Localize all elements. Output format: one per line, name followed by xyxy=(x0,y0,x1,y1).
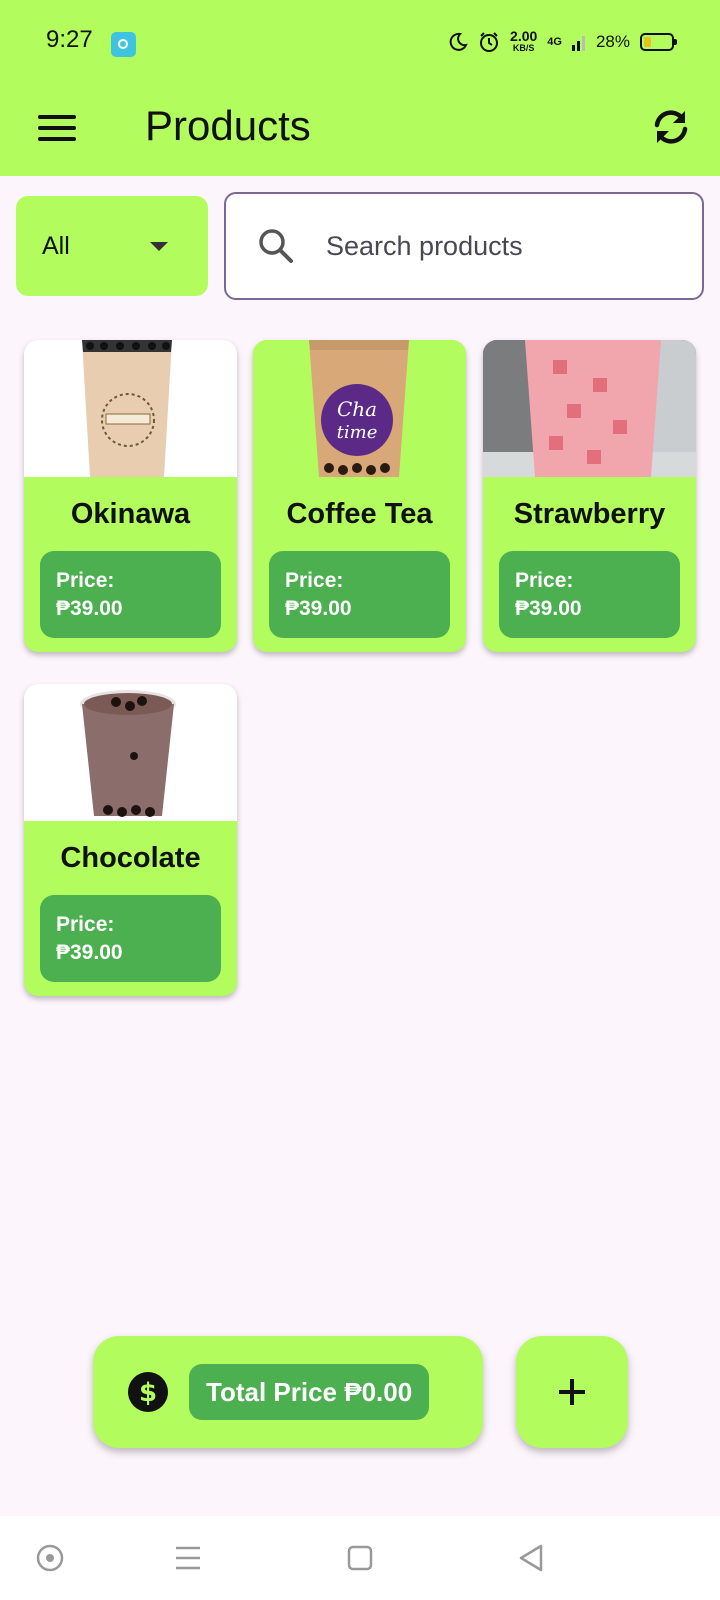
product-image-strawberry xyxy=(483,340,696,477)
status-indicators: 2.00 KB/S 4G 28% xyxy=(448,26,677,58)
product-name: Okinawa xyxy=(70,498,191,530)
strawberry-drink-cup-image xyxy=(483,340,696,477)
recent-apps-icon[interactable] xyxy=(168,1538,208,1578)
hamburger-menu-icon[interactable] xyxy=(38,108,76,148)
category-selected-value: All xyxy=(42,231,70,260)
price-label: Price: xyxy=(56,913,115,936)
search-icon xyxy=(259,229,293,263)
status-bar: 9:27 2.00 KB/S 4G 28% xyxy=(0,0,720,88)
price-value: ₱39.00 xyxy=(285,597,352,620)
price-label: Price: xyxy=(56,569,115,592)
add-product-button[interactable] xyxy=(516,1336,628,1448)
network-speed: 2.00 KB/S xyxy=(510,28,538,54)
price-badge: Price: ₱39.00 xyxy=(40,551,221,638)
page-title: Products xyxy=(145,102,311,149)
moon-icon xyxy=(449,32,468,51)
signal-icon xyxy=(571,36,585,51)
battery-icon xyxy=(640,33,677,51)
dollar-circle-icon: $ xyxy=(128,1372,168,1412)
battery-fill xyxy=(644,37,651,47)
price-badge: Price: ₱39.00 xyxy=(40,895,221,982)
product-image-chocolate xyxy=(24,684,237,821)
top-bar: 9:27 2.00 KB/S 4G 28% Products xyxy=(0,0,720,176)
alarm-icon xyxy=(480,32,499,52)
product-name: Strawberry xyxy=(513,498,666,530)
chocolate-drink-cup-image xyxy=(80,690,176,817)
svg-text:$: $ xyxy=(139,1378,157,1408)
speed-value: 2.00 xyxy=(510,28,538,44)
plus-icon xyxy=(559,1379,585,1405)
product-card-okinawa[interactable]: Okinawa Price: ₱39.00 xyxy=(24,340,237,652)
dropdown-arrow-icon xyxy=(150,241,168,251)
product-image-coffee-tea: Cha time xyxy=(253,340,466,477)
product-card-chocolate[interactable]: Chocolate Price: ₱39.00 xyxy=(24,684,237,996)
notification-app-icon xyxy=(111,32,136,57)
category-dropdown[interactable]: All xyxy=(16,196,208,296)
price-label: Price: xyxy=(515,569,574,592)
price-badge: Price: ₱39.00 xyxy=(269,551,450,638)
status-time: 9:27 xyxy=(46,26,93,53)
total-price-button[interactable]: $ Total Price ₱0.00 xyxy=(93,1336,483,1448)
price-value: ₱39.00 xyxy=(515,597,582,620)
price-value: ₱39.00 xyxy=(56,941,123,964)
product-name: Chocolate xyxy=(60,842,201,874)
system-nav-bar xyxy=(0,1516,720,1600)
svg-text:time: time xyxy=(337,422,378,443)
product-card-coffee-tea[interactable]: Cha time Coffee Tea Price: ₱39.00 xyxy=(253,340,466,652)
speed-unit: KB/S xyxy=(512,43,535,53)
coffee-tea-cup-image: Cha time xyxy=(309,340,409,477)
svg-text:Cha: Cha xyxy=(337,397,377,421)
total-price-label: Total Price ₱0.00 xyxy=(189,1364,430,1420)
app-bar: Products xyxy=(0,88,720,176)
okinawa-milk-tea-cup-image xyxy=(82,340,172,477)
search-field[interactable] xyxy=(224,192,704,300)
assistant-circle-icon[interactable] xyxy=(30,1538,70,1578)
back-triangle-icon[interactable] xyxy=(512,1538,552,1578)
network-type: 4G xyxy=(547,36,562,48)
price-label: Price: xyxy=(285,569,344,592)
price-badge: Price: ₱39.00 xyxy=(499,551,680,638)
price-value: ₱39.00 xyxy=(56,597,123,620)
sync-icon[interactable] xyxy=(648,104,694,150)
product-image-okinawa xyxy=(24,340,237,477)
product-name: Coffee Tea xyxy=(286,498,433,530)
product-card-strawberry[interactable]: Strawberry Price: ₱39.00 xyxy=(483,340,696,652)
home-square-icon[interactable] xyxy=(340,1538,380,1578)
battery-percent: 28% xyxy=(595,32,630,51)
search-input[interactable] xyxy=(326,230,686,262)
